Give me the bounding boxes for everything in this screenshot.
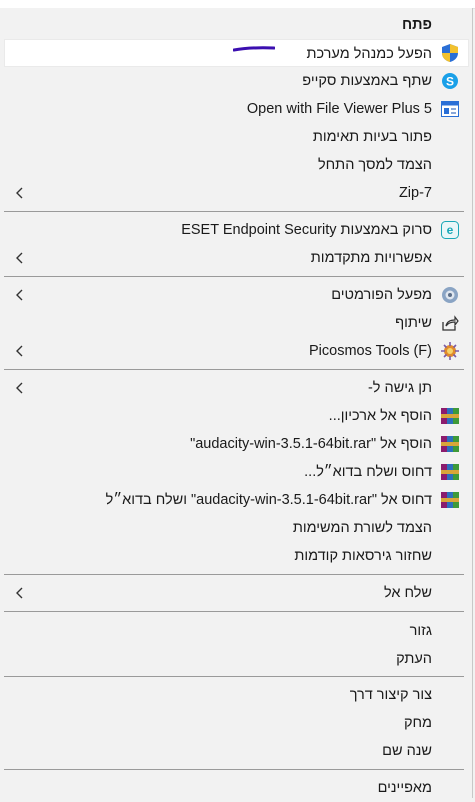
- menu-item-rename[interactable]: שנה שם: [0, 737, 472, 765]
- menu-item-run-as-admin[interactable]: הפעל כמנהל מערכת: [4, 39, 469, 67]
- menu-item-label: צור קיצור דרך: [349, 687, 432, 703]
- menu-item-open[interactable]: פתח: [0, 11, 472, 39]
- winrar-icon: [440, 406, 460, 426]
- menu-separator: [4, 769, 464, 770]
- share-icon: [440, 313, 460, 333]
- menu-item-add-to-rar[interactable]: הוסף אל "audacity-win-3.5.1-64bit.rar": [0, 430, 472, 458]
- menu-item-label: אפשרויות מתקדמות: [310, 250, 432, 266]
- menu-item-label: שנה שם: [382, 743, 432, 759]
- menu-item-compress-rar-and-email[interactable]: דחוס אל "audacity-win-3.5.1-64bit.rar" ו…: [0, 486, 472, 514]
- menu-item-share-skype[interactable]: S שתף באמצעות סקייפ: [0, 67, 472, 95]
- skype-icon: S: [440, 71, 460, 91]
- menu-item-advanced-options[interactable]: אפשרויות מתקדמות: [0, 244, 472, 272]
- chevron-left-icon: [13, 344, 27, 358]
- menu-item-label: הוסף אל ארכיון...: [328, 408, 432, 424]
- svg-text:e: e: [447, 223, 454, 237]
- menu-item-label: גזור: [409, 623, 432, 639]
- uac-shield-icon: [440, 43, 460, 63]
- menu-item-troubleshoot-compatibility[interactable]: פתור בעיות תאימות: [0, 123, 472, 151]
- chevron-left-icon: [13, 381, 27, 395]
- menu-item-label: מחק: [403, 715, 432, 731]
- chevron-left-icon: [13, 251, 27, 265]
- menu-item-cut[interactable]: גזור: [0, 617, 472, 645]
- menu-item-share[interactable]: שיתוף: [0, 309, 472, 337]
- menu-item-label: הוסף אל "audacity-win-3.5.1-64bit.rar": [190, 436, 432, 452]
- menu-item-label: הצמד לשורת המשימות: [292, 520, 432, 536]
- menu-item-pin-to-taskbar[interactable]: הצמד לשורת המשימות: [0, 514, 472, 542]
- menu-separator: [4, 369, 464, 370]
- menu-item-label: סרוק באמצעות ESET Endpoint Security: [181, 222, 432, 238]
- menu-separator: [4, 574, 464, 575]
- chevron-left-icon: [13, 186, 27, 200]
- menu-item-label: Picosmos Tools (F): [308, 343, 432, 359]
- annotation-underline-mark: [233, 46, 275, 52]
- menu-item-give-access[interactable]: תן גישה ל-: [0, 374, 472, 402]
- menu-item-open-file-viewer[interactable]: Open with File Viewer Plus 5: [0, 95, 472, 123]
- menu-item-label: מפעל הפורמטים: [331, 287, 432, 303]
- menu-item-label: דחוס אל "audacity-win-3.5.1-64bit.rar" ו…: [105, 492, 432, 508]
- menu-item-label: הצמד למסך התחל: [317, 157, 432, 173]
- picosmos-icon: [440, 341, 460, 361]
- menu-item-label: פתח: [401, 17, 432, 33]
- menu-item-format-factory[interactable]: מפעל הפורמטים: [0, 281, 472, 309]
- menu-item-eset-scan[interactable]: e סרוק באמצעות ESET Endpoint Security: [0, 216, 472, 244]
- menu-separator: [4, 611, 464, 612]
- menu-item-label: שתף באמצעות סקייפ: [302, 73, 432, 89]
- menu-item-label: העתק: [396, 651, 432, 667]
- eset-icon: e: [440, 220, 460, 240]
- chevron-left-icon: [13, 288, 27, 302]
- menu-item-7zip[interactable]: Zip-7: [0, 179, 472, 207]
- menu-item-label: שלח אל: [383, 585, 432, 601]
- menu-separator: [4, 276, 464, 277]
- format-factory-icon: [440, 285, 460, 305]
- menu-item-send-to[interactable]: שלח אל: [0, 579, 472, 607]
- menu-item-label: Zip-7: [398, 185, 432, 201]
- menu-item-copy[interactable]: העתק: [0, 645, 472, 673]
- winrar-icon: [440, 490, 460, 510]
- menu-separator: [4, 676, 464, 677]
- menu-item-label: שחזור גירסאות קודמות: [294, 548, 432, 564]
- menu-item-pin-to-start[interactable]: הצמד למסך התחל: [0, 151, 472, 179]
- winrar-icon: [440, 434, 460, 454]
- menu-item-label: פתור בעיות תאימות: [312, 129, 432, 145]
- menu-item-compress-and-email[interactable]: דחוס ושלח בדוא״ל...: [0, 458, 472, 486]
- menu-item-label: שיתוף: [395, 315, 432, 331]
- chevron-left-icon: [13, 586, 27, 600]
- menu-item-label: Open with File Viewer Plus 5: [246, 101, 432, 117]
- menu-item-label: דחוס ושלח בדוא״ל...: [304, 464, 432, 480]
- menu-item-delete[interactable]: מחק: [0, 709, 472, 737]
- menu-item-picosmos-tools[interactable]: Picosmos Tools (F): [0, 337, 472, 365]
- menu-item-label: תן גישה ל-: [367, 380, 432, 396]
- menu-item-restore-previous-versions[interactable]: שחזור גירסאות קודמות: [0, 542, 472, 570]
- menu-item-add-to-archive[interactable]: הוסף אל ארכיון...: [0, 402, 472, 430]
- menu-item-label: הפעל כמנהל מערכת: [306, 46, 432, 62]
- svg-text:S: S: [446, 75, 454, 89]
- menu-item-create-shortcut[interactable]: צור קיצור דרך: [0, 681, 472, 709]
- context-menu: פתח הפעל כמנהל מערכת S שתף באמצעות סקייפ…: [0, 8, 473, 798]
- file-viewer-icon: [440, 99, 460, 119]
- menu-separator: [4, 211, 464, 212]
- winrar-icon: [440, 462, 460, 482]
